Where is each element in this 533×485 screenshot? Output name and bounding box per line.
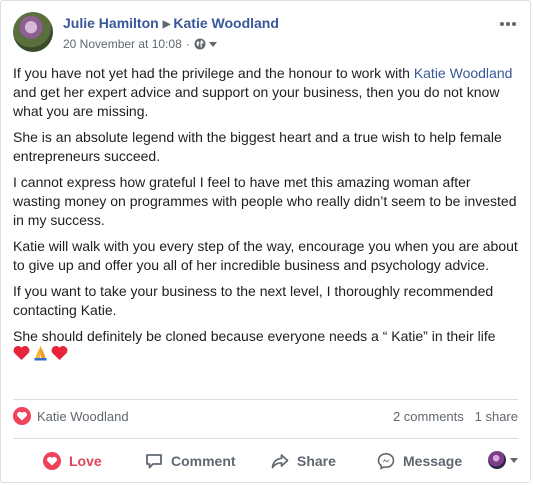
heart-emoji-icon bbox=[13, 345, 30, 360]
meta-separator: · bbox=[185, 37, 190, 51]
reactor-name[interactable]: Katie Woodland bbox=[37, 409, 129, 424]
author-name[interactable]: Julie Hamilton bbox=[63, 15, 159, 31]
heart-emoji-icon bbox=[51, 345, 68, 360]
post-title: Julie Hamilton ▶ Katie Woodland bbox=[63, 15, 279, 31]
paragraph-2: She is an absolute legend with the bigge… bbox=[13, 129, 502, 164]
share-icon bbox=[271, 454, 289, 469]
post-header: Julie Hamilton ▶ Katie Woodland 20 Novembe… bbox=[13, 12, 518, 56]
paragraph-4: Katie will walk with you every step of t… bbox=[13, 238, 518, 273]
post-card: Julie Hamilton ▶ Katie Woodland 20 Novembe… bbox=[0, 0, 531, 483]
love-button[interactable]: Love bbox=[43, 447, 102, 475]
emoji-row bbox=[13, 345, 521, 361]
chevron-down-icon bbox=[510, 457, 518, 463]
comment-label: Comment bbox=[171, 453, 236, 469]
praying-hands-icon bbox=[34, 346, 47, 361]
action-bar: Love Comment Share Message bbox=[13, 447, 518, 477]
profile-switcher[interactable] bbox=[488, 451, 518, 469]
post-body: If you have not yet had the privilege an… bbox=[13, 64, 521, 361]
divider-bottom bbox=[13, 438, 518, 439]
profile-avatar bbox=[488, 451, 506, 469]
paragraph-1: If you have not yet had the privilege an… bbox=[13, 65, 513, 119]
love-reaction-icon[interactable] bbox=[13, 407, 31, 425]
paragraph-5: If you want to take your business to the… bbox=[13, 283, 494, 318]
comment-icon bbox=[146, 454, 162, 469]
more-dots-icon[interactable] bbox=[498, 18, 518, 30]
right-triangle-icon: ▶ bbox=[162, 19, 171, 30]
engagement-counts: 2 comments 1 share bbox=[393, 409, 518, 424]
privacy-caret-icon[interactable] bbox=[208, 41, 217, 47]
post-timestamp[interactable]: 20 November at 10:08 bbox=[63, 37, 182, 51]
divider-top bbox=[13, 399, 518, 400]
share-label: Share bbox=[297, 453, 336, 469]
paragraph-6: She should definitely be cloned because … bbox=[13, 328, 496, 344]
shares-count[interactable]: 1 share bbox=[475, 409, 518, 424]
comment-button[interactable]: Comment bbox=[145, 447, 236, 475]
share-button[interactable]: Share bbox=[271, 447, 336, 475]
love-icon bbox=[43, 452, 61, 470]
paragraph-3: I cannot express how grateful I feel to … bbox=[13, 174, 517, 228]
post-meta: 20 November at 10:08 · bbox=[63, 37, 217, 51]
globe-icon[interactable] bbox=[194, 38, 206, 50]
reactions-bar: Katie Woodland 2 comments 1 share bbox=[13, 407, 518, 429]
comments-count[interactable]: 2 comments bbox=[393, 409, 464, 424]
message-label: Message bbox=[403, 453, 463, 469]
mention-link[interactable]: Katie Woodland bbox=[414, 65, 513, 81]
love-label: Love bbox=[69, 453, 102, 469]
messenger-icon bbox=[377, 452, 395, 470]
message-button[interactable]: Message bbox=[377, 447, 462, 475]
target-name[interactable]: Katie Woodland bbox=[173, 15, 279, 31]
author-avatar[interactable] bbox=[13, 12, 53, 52]
